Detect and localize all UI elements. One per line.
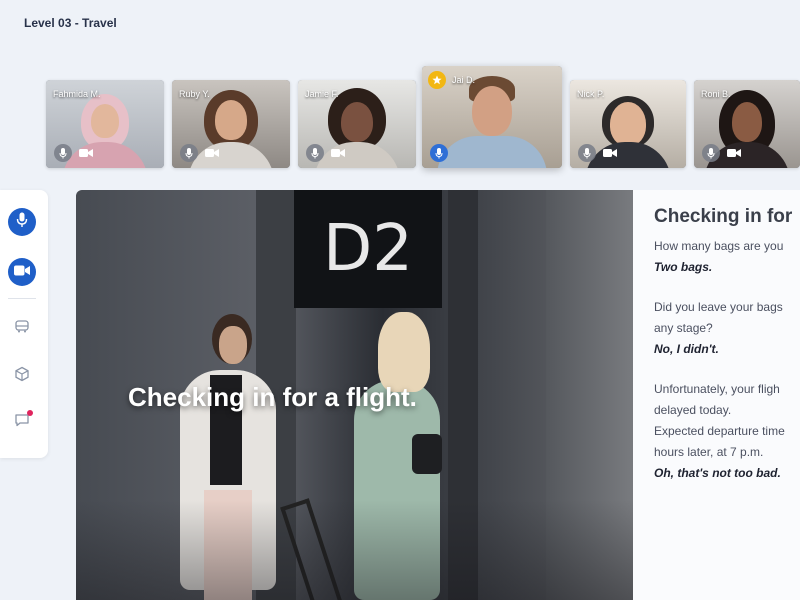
lesson-video[interactable]: D2 Checking in for a flight. — [76, 190, 633, 600]
video-camera-icon — [14, 263, 30, 281]
transcript-panel: Checking in for How many bags are you Tw… — [633, 190, 800, 600]
dialogue-line: Did you leave your bags — [654, 300, 783, 314]
camera-toggle-button[interactable] — [8, 258, 36, 286]
participant-name: Ruby Y. — [179, 89, 210, 99]
video-caption: Checking in for a flight. — [128, 382, 417, 412]
dialogue-line: How many bags are you — [654, 239, 784, 253]
mic-icon[interactable] — [180, 144, 198, 162]
participant-tile-ruby[interactable]: Ruby Y. — [172, 80, 290, 168]
left-toolbar — [0, 190, 48, 458]
star-icon — [428, 71, 446, 89]
camera-icon[interactable] — [203, 144, 221, 162]
dialogue-answer: No, I didn't. — [654, 342, 719, 356]
vehicle-icon — [14, 318, 30, 339]
cube-icon — [14, 366, 30, 387]
mic-icon[interactable] — [54, 144, 72, 162]
lesson-title: Level 03 - Travel — [24, 16, 117, 30]
participant-tile-roni[interactable]: Roni B. — [694, 80, 800, 168]
dialogue-line: hours later, at 7 p.m. — [654, 445, 764, 459]
dialogue-line: Expected departure time — [654, 424, 785, 438]
camera-icon[interactable] — [725, 144, 743, 162]
notification-dot — [27, 410, 33, 416]
handbag — [412, 434, 442, 474]
participant-name: Fahmida M. — [53, 89, 101, 99]
chat-button[interactable] — [8, 408, 36, 436]
dialogue-answer: Two bags. — [654, 260, 713, 274]
participant-name: Jamie F. — [305, 89, 339, 99]
cube-button[interactable] — [8, 362, 36, 390]
participant-strip: Fahmida M. Ruby Y. Jamie F. Jai D. Nick … — [46, 66, 800, 172]
transcript-title: Checking in for — [654, 206, 793, 227]
mic-icon[interactable] — [430, 144, 448, 162]
mic-icon[interactable] — [578, 144, 596, 162]
participant-name: Roni B. — [701, 89, 731, 99]
microphone-toggle-button[interactable] — [8, 208, 36, 236]
camera-icon[interactable] — [77, 144, 95, 162]
participant-tile-jamie[interactable]: Jamie F. — [298, 80, 416, 168]
mic-icon[interactable] — [306, 144, 324, 162]
toolbar-divider — [8, 298, 36, 299]
participant-tile-jai[interactable]: Jai D. — [422, 66, 562, 168]
participant-tile-nick[interactable]: Nick P. — [570, 80, 686, 168]
microphone-icon — [16, 212, 28, 233]
participant-name: Jai D. — [452, 75, 476, 85]
vehicle-button[interactable] — [8, 314, 36, 342]
mic-icon[interactable] — [702, 144, 720, 162]
dialogue-line: Unfortunately, your fligh — [654, 382, 780, 396]
dialogue-line: delayed today. — [654, 403, 732, 417]
camera-icon[interactable] — [329, 144, 347, 162]
participant-name: Nick P. — [577, 89, 605, 99]
participant-tile-fahmida[interactable]: Fahmida M. — [46, 80, 164, 168]
gate-sign: D2 — [294, 190, 442, 308]
dialogue-line: any stage? — [654, 321, 713, 335]
dialogue-answer: Oh, that's not too bad. — [654, 466, 781, 480]
camera-icon[interactable] — [601, 144, 619, 162]
